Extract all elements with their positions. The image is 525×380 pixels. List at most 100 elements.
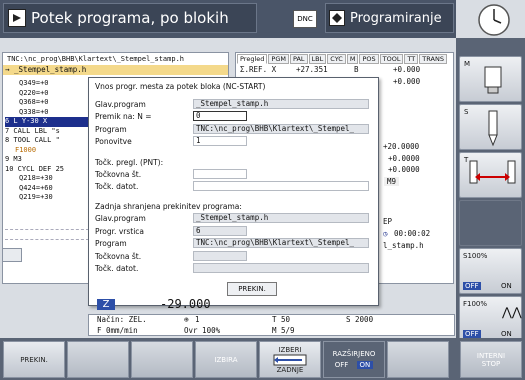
program-line[interactable]: Q424=+60 xyxy=(5,184,89,194)
axis-badge: Z xyxy=(97,299,115,310)
axis-value: -29.000 xyxy=(160,297,211,311)
time-label: EP xyxy=(383,217,393,226)
value: +20.0000 xyxy=(383,142,420,151)
izbira-softkey[interactable]: IZBIRA xyxy=(195,341,257,378)
program-field[interactable]: TNC:\nc_prog\BHB\Klartext\_Stempel_ xyxy=(193,124,369,134)
feed-override[interactable]: F100% ⋀⋀ OFF ON xyxy=(459,296,522,342)
saved-program-field: TNC:\nc_prog\BHB\Klartext\_Stempel_ xyxy=(193,238,369,248)
off-toggle[interactable]: OFF xyxy=(463,330,481,338)
repeat-label: Ponovitve xyxy=(95,137,132,146)
saved-main-label: Glav.program xyxy=(95,214,146,223)
ref-value: +27.351 xyxy=(296,65,328,74)
m-softkey[interactable]: M xyxy=(459,56,522,102)
clock-icon xyxy=(470,3,518,37)
m-function: M9 xyxy=(384,177,400,186)
empty-softkey xyxy=(459,200,522,246)
feed-value: F 0mm/min xyxy=(97,326,138,335)
tab-m[interactable]: M xyxy=(346,54,359,64)
program-label: Program xyxy=(95,125,127,134)
dialog-title: Vnos progr. mesta za potek bloka (NC-STA… xyxy=(95,82,266,91)
off-toggle[interactable]: OFF xyxy=(335,361,349,369)
file-name: l_stamp.h xyxy=(383,241,424,250)
izberi-zadnje-softkey[interactable]: IZBERI ZADNJE xyxy=(259,341,321,378)
ref-label: Σ.REF. X xyxy=(240,65,277,74)
saved-file-label: Točk. datot. xyxy=(95,264,139,273)
program-line[interactable]: F1000 xyxy=(5,146,89,156)
program-line[interactable]: 9 M3 xyxy=(5,155,89,165)
s-softkey[interactable]: S xyxy=(459,104,522,150)
program-line[interactable]: Q218=+30 xyxy=(5,174,89,184)
program-line[interactable]: Q338=+0 xyxy=(5,108,89,118)
saved-point-field xyxy=(193,251,247,261)
spindle-override[interactable]: S100% OFF ON xyxy=(459,248,522,294)
razsirjeno-softkey[interactable]: RAZŠIRJENO OFF ON xyxy=(323,341,385,378)
m-label: M xyxy=(464,60,471,68)
tab-tt[interactable]: TT xyxy=(404,54,419,64)
point-file-input[interactable] xyxy=(193,181,369,191)
internal-stop-softkey[interactable]: INTERNI STOP xyxy=(460,341,522,378)
forward-icon[interactable] xyxy=(2,248,22,262)
f-override-label: F100% xyxy=(463,300,488,308)
on-toggle[interactable]: ON xyxy=(501,282,512,290)
program-run-icon xyxy=(8,9,26,27)
empty-softkey xyxy=(67,341,129,378)
title-bar: Potek programa, po blokih DNC Programira… xyxy=(0,0,456,38)
t-softkey[interactable]: T xyxy=(459,152,522,198)
m-status: M 5/9 xyxy=(272,326,295,335)
main-program-label: Glav.program xyxy=(95,100,146,109)
off-toggle[interactable]: OFF xyxy=(463,282,481,290)
saved-file-field xyxy=(193,263,369,273)
timer-icon: ◷ xyxy=(383,229,388,238)
jump-input[interactable]: 0 xyxy=(193,111,247,121)
point-no-label: Točkovna št. xyxy=(95,170,142,179)
main-program-field: _Stempel_stamp.h xyxy=(193,99,369,109)
run-time: 00:00:02 xyxy=(394,229,431,238)
program-line[interactable]: 8 TOOL CALL " xyxy=(5,136,89,146)
bottom-softkey-bar: PREKIN. IZBIRA IZBERI ZADNJE RAZŠIRJENO … xyxy=(0,338,525,380)
on-toggle[interactable]: ON xyxy=(356,361,374,369)
tab-trans[interactable]: TRANS xyxy=(419,54,447,64)
divider xyxy=(5,229,89,230)
dnc-icon[interactable]: DNC xyxy=(293,10,317,28)
value: +0.0000 xyxy=(388,154,420,163)
program-line[interactable]: 7 CALL LBL "s xyxy=(5,127,89,137)
tab-cyc[interactable]: CYC xyxy=(327,54,346,64)
tab-tool[interactable]: TOOL xyxy=(379,54,404,64)
program-line[interactable]: Q349=+0 xyxy=(5,79,89,89)
active-program[interactable]: → _Stempel_stamp.h xyxy=(3,65,228,75)
mode-title: Potek programa, po blokih xyxy=(31,9,229,27)
mode-program-run[interactable]: Potek programa, po blokih xyxy=(3,3,257,33)
program-line[interactable]: Q220=+0 xyxy=(5,89,89,99)
tab-pal[interactable]: PAL xyxy=(289,54,308,64)
tab-lbl[interactable]: LBL xyxy=(308,54,327,64)
program-line[interactable]: 10 CYCL DEF 25 xyxy=(5,165,89,175)
tab-pregled[interactable]: Pregled xyxy=(237,54,268,64)
saved-program-label: Program xyxy=(95,239,127,248)
point-no-input[interactable] xyxy=(193,169,247,179)
program-line-current[interactable]: 6 L Y-30 X xyxy=(5,117,89,127)
program-line[interactable]: Q219=+30 xyxy=(5,193,89,203)
value: +0.000 xyxy=(393,77,421,86)
repeat-input[interactable]: 1 xyxy=(193,136,247,146)
on-toggle[interactable]: ON xyxy=(501,330,512,338)
saved-heading: Zadnja shranjena prekinitev programa: xyxy=(95,202,242,211)
tab-pos[interactable]: POS xyxy=(359,54,379,64)
prekin-button[interactable]: PREKIN. xyxy=(227,282,277,296)
prekin-softkey[interactable]: PREKIN. xyxy=(3,341,65,378)
empty-softkey xyxy=(131,341,193,378)
programming-title: Programiranje xyxy=(350,10,442,26)
s-label: S xyxy=(464,108,469,116)
ref-axis: B xyxy=(354,65,359,74)
saved-line-field: 6 xyxy=(193,226,247,236)
m-function-icon xyxy=(484,66,502,94)
tab-pgm[interactable]: PGM xyxy=(268,54,289,64)
block-scan-dialog: Vnos progr. mesta za potek bloka (NC-STA… xyxy=(88,77,379,306)
select-last-icon xyxy=(273,354,307,365)
mode-programming[interactable]: Programiranje xyxy=(325,3,454,33)
interni-label: INTERNI xyxy=(476,351,506,360)
saved-main-field: _Stempel_stamp.h xyxy=(193,213,369,223)
program-line[interactable]: Q368=+0 xyxy=(5,98,89,108)
right-softkey-bar: M S T S100% OFF ON F100% ⋀⋀ OFF ON xyxy=(456,38,525,380)
program-path: TNC:\nc_prog\BHB\Klartext\_Stempel_stamp… xyxy=(7,55,185,63)
tool-count: 1 xyxy=(195,315,200,324)
